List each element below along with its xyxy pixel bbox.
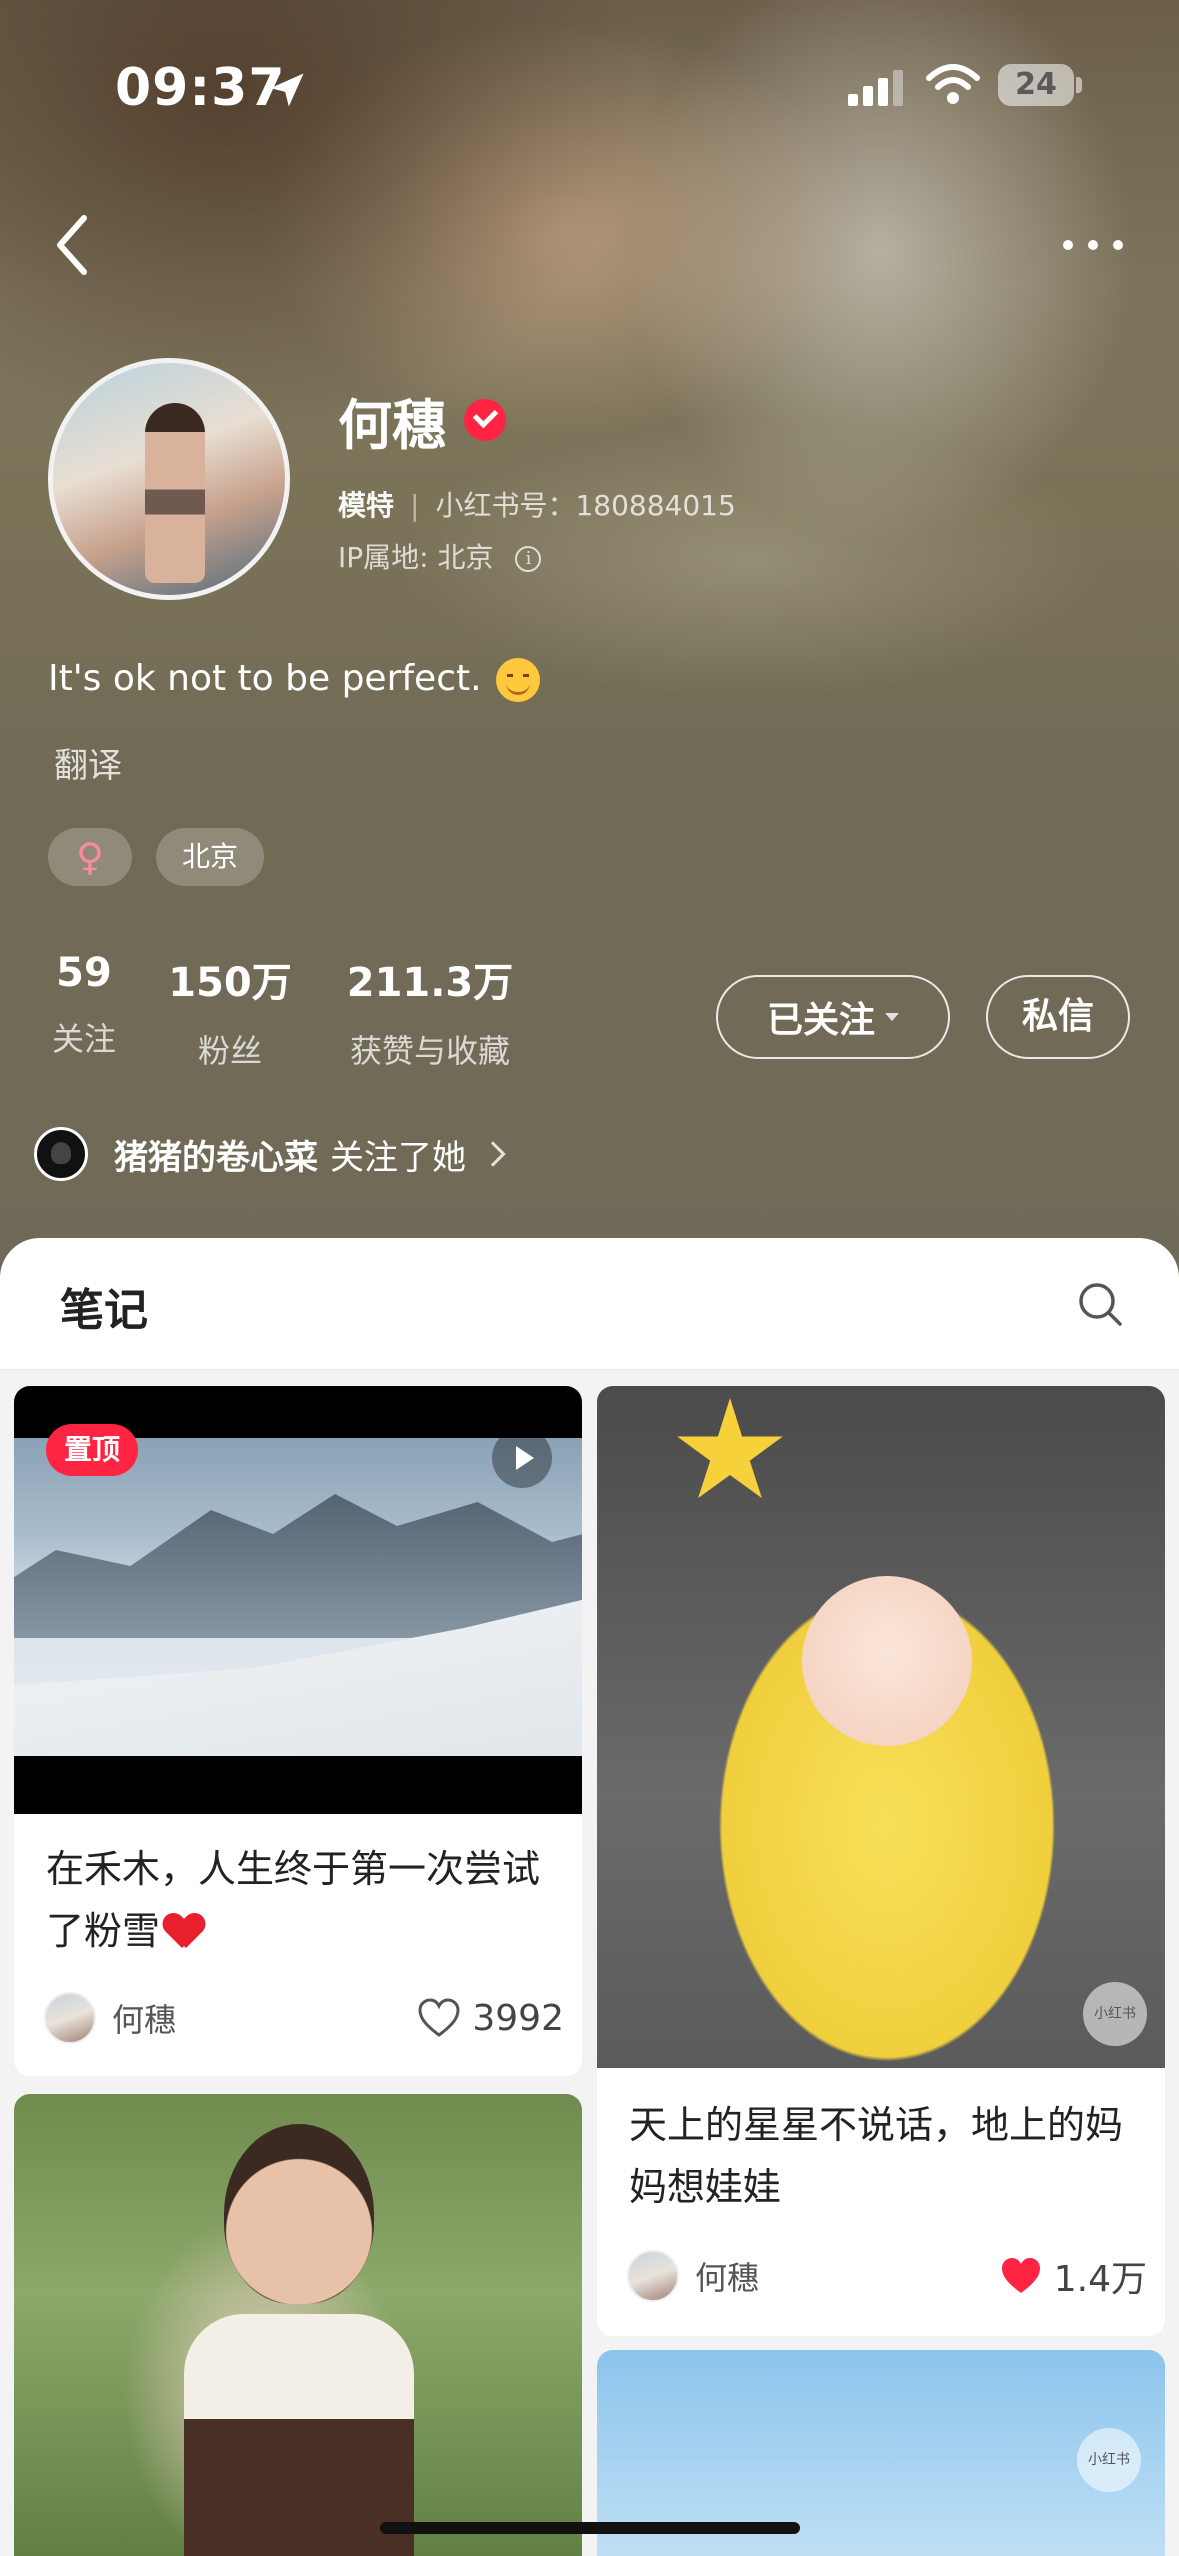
- more-dots-icon[interactable]: [1058, 230, 1128, 260]
- note-card[interactable]: 置顶 在禾木，人生终于第一次尝试了粉雪 何穗 3992: [14, 1386, 582, 2076]
- note-cover-image: 置顶: [14, 1386, 582, 1814]
- author-name: 何穗: [695, 2259, 760, 2297]
- red-id[interactable]: 180884015: [575, 489, 735, 522]
- stat-label: 粉丝: [197, 1032, 262, 1070]
- stat-value: 59: [56, 950, 112, 996]
- message-button[interactable]: 私信: [986, 975, 1130, 1059]
- chevron-right-icon: [480, 1141, 506, 1167]
- stat-following[interactable]: 59 关注: [48, 950, 120, 1060]
- profile-meta: 模特 | 小红书号：180884015: [338, 489, 736, 522]
- notes-header: 笔记: [0, 1238, 1179, 1370]
- stat-value: 150万: [168, 960, 292, 1006]
- info-icon[interactable]: i: [515, 546, 542, 572]
- search-icon[interactable]: [1076, 1280, 1124, 1328]
- author-avatar: [44, 1992, 96, 2044]
- verified-badge-icon: [464, 399, 506, 441]
- note-cover-image: 小红书: [597, 1386, 1165, 2068]
- notes-section: 笔记 置顶 在禾木，人生终于第一次尝试了粉雪 何穗 3992 小红书 天上的星星…: [0, 1238, 1179, 2556]
- cellular-signal-icon: [848, 70, 903, 106]
- profile-name-row: 何穗: [338, 385, 506, 457]
- battery-level: 24: [1015, 67, 1057, 102]
- translate-link[interactable]: 翻译: [54, 738, 122, 787]
- watermark: 小红书: [1083, 1982, 1147, 2046]
- mutual-text: 关注了她: [330, 1137, 466, 1178]
- profile-role: 模特: [338, 489, 395, 522]
- mutual-follow-row[interactable]: 猪猪的卷心菜 关注了她: [34, 1124, 506, 1184]
- heart-outline-icon: [418, 1998, 460, 2037]
- note-title: 天上的星星不说话，地上的妈妈想娃娃: [629, 2103, 1124, 2209]
- note-footer: 何穗 3992: [44, 1990, 564, 2046]
- stat-label: 关注: [51, 1020, 116, 1058]
- wifi-icon: [926, 64, 980, 104]
- stat-label: 获赞与收藏: [349, 1032, 510, 1070]
- red-heart-emoji-icon: [164, 1912, 204, 1948]
- ip-location-text: IP属地: 北京: [338, 541, 494, 574]
- caret-down-icon: [885, 1013, 899, 1021]
- mutual-name: 猪猪的卷心菜: [114, 1137, 318, 1178]
- note-card[interactable]: 小红书 天上的星星不说话，地上的妈妈想娃娃 何穗 1.4万: [597, 1386, 1165, 2336]
- status-time: 09:37: [115, 58, 286, 118]
- bio: It's ok not to be perfect.: [48, 658, 540, 702]
- pinned-badge: 置顶: [46, 1424, 139, 1476]
- chevron-left-icon[interactable]: [48, 210, 96, 280]
- stat-followers[interactable]: 150万 粉丝: [160, 950, 300, 1072]
- video-play-icon: [492, 1428, 552, 1488]
- smiling-face-emoji-icon: [495, 658, 540, 702]
- profile-header: 09:37 24 何穗 模特 | 小红书号：180884015 IP属地: 北京…: [0, 0, 1179, 1290]
- like-button[interactable]: 3992: [418, 1998, 564, 2039]
- heart-filled-icon: [1001, 2258, 1040, 2293]
- status-bar: 09:37 24: [0, 40, 1179, 130]
- following-button-label: 已关注: [766, 1000, 875, 1041]
- like-count: 1.4万: [1053, 2259, 1147, 2300]
- like-count: 3992: [472, 1997, 564, 2039]
- battery-indicator: 24: [998, 64, 1082, 106]
- bio-text: It's ok not to be perfect.: [48, 658, 482, 699]
- author-name: 何穗: [112, 2001, 177, 2039]
- stat-value: 211.3万: [346, 960, 514, 1006]
- profile-name: 何穗: [338, 393, 446, 457]
- note-title: 在禾木，人生终于第一次尝试了粉雪: [46, 1838, 556, 1962]
- note-title-text: 在禾木，人生终于第一次尝试了粉雪: [46, 1847, 541, 1953]
- red-id-label: 小红书号：: [435, 489, 576, 522]
- note-footer: 何穗 1.4万: [627, 2248, 1147, 2304]
- mutual-avatar: [34, 1127, 88, 1181]
- location-arrow-icon: [270, 73, 304, 107]
- ip-location: IP属地: 北京 i: [338, 536, 542, 576]
- gender-tag: ♀: [48, 828, 132, 886]
- watermark: 小红书: [1077, 2428, 1141, 2492]
- home-indicator[interactable]: [380, 2522, 800, 2534]
- avatar[interactable]: [48, 358, 290, 600]
- note-card[interactable]: [14, 2094, 582, 2556]
- following-button[interactable]: 已关注: [716, 975, 950, 1059]
- stat-likes-collects[interactable]: 211.3万 获赞与收藏: [340, 950, 520, 1072]
- note-cover-image: [14, 2094, 582, 2556]
- like-button[interactable]: 1.4万: [1000, 2250, 1147, 2302]
- city-tag: 北京: [156, 828, 264, 886]
- notes-tab-title[interactable]: 笔记: [60, 1274, 148, 1338]
- author-avatar: [627, 2250, 679, 2302]
